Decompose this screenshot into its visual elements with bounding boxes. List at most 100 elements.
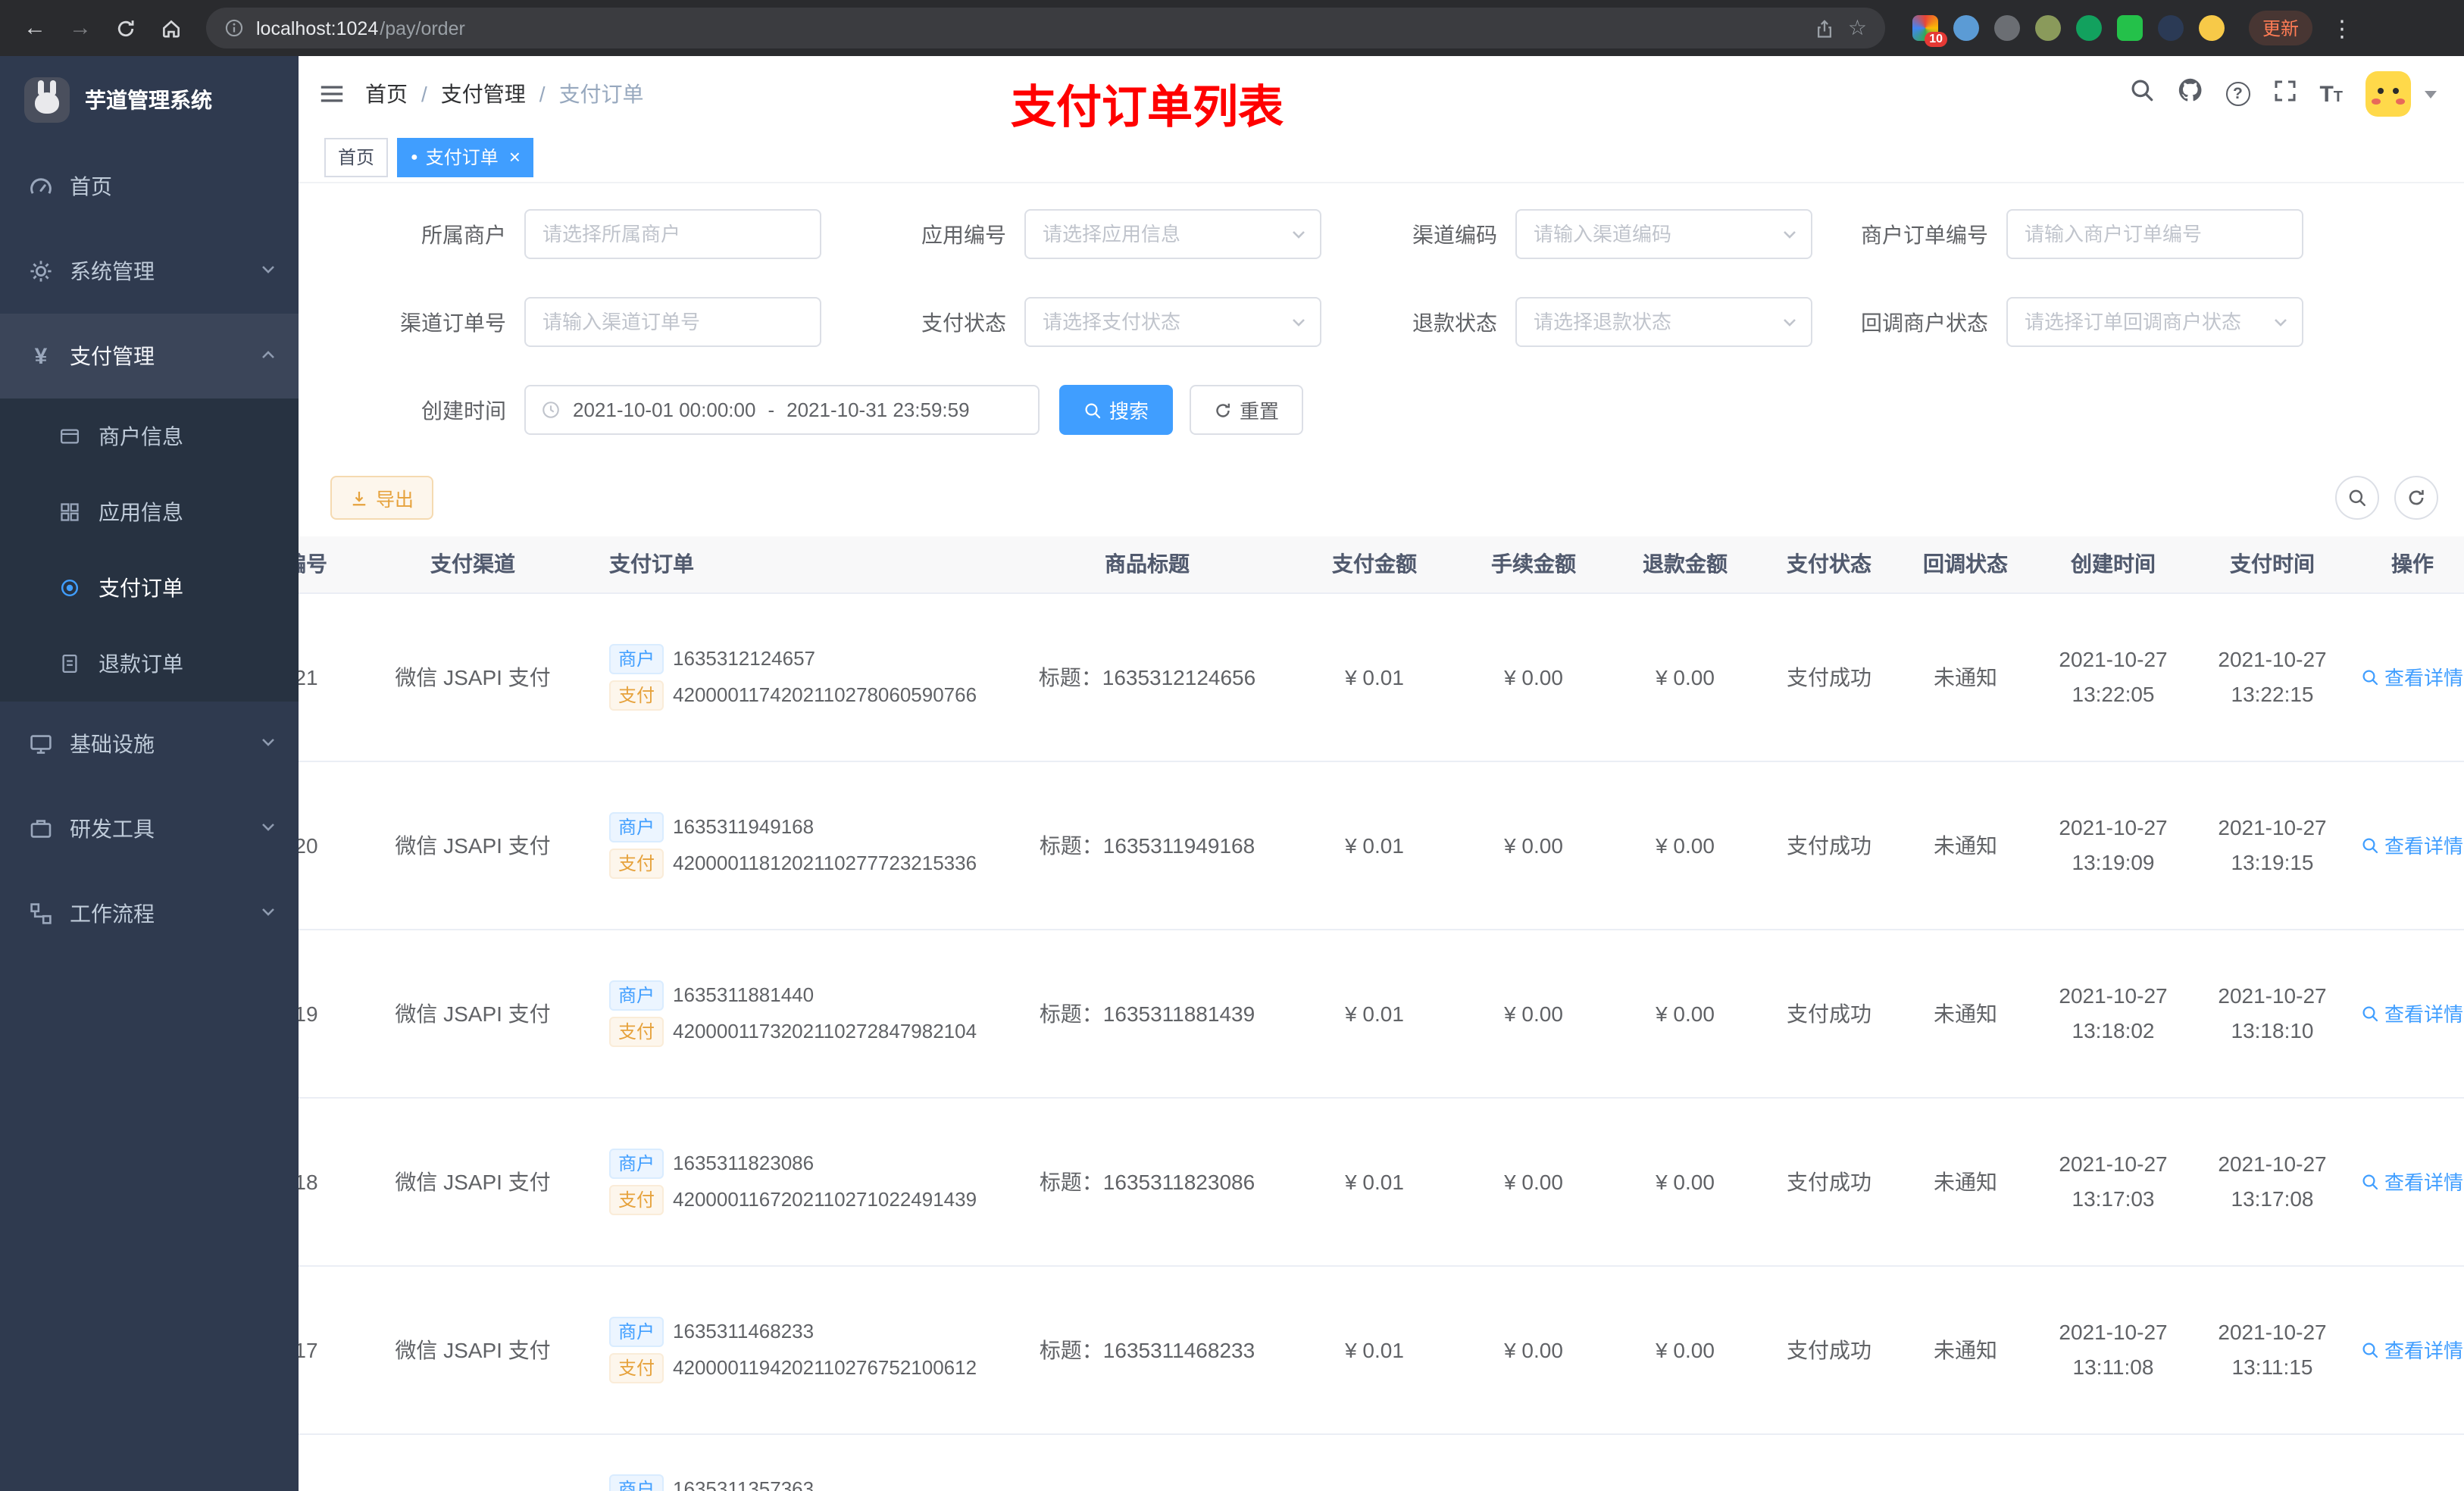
cell-amount: ¥ 0.01 (1291, 592, 1458, 761)
app-logo[interactable]: 芋道管理系统 (0, 56, 299, 144)
col-amount: 支付金额 (1291, 536, 1458, 593)
sidebar-item-workflow[interactable]: 工作流程 (0, 871, 299, 956)
breadcrumb-home[interactable]: 首页 (365, 79, 408, 109)
notify-status-select[interactable] (2006, 297, 2303, 347)
chrome-update-button[interactable]: 更新 (2249, 11, 2313, 45)
cell-id: 18 (299, 1097, 352, 1266)
merchant-tag: 商户 (609, 811, 664, 842)
sidebar-item-system[interactable]: 系统管理 (0, 229, 299, 314)
toolbox-icon (29, 817, 53, 841)
github-icon[interactable] (2177, 77, 2203, 111)
date-start-value: 2021-10-01 00:00:00 (573, 399, 756, 421)
url-domain: localhost:1024 (256, 17, 379, 39)
chevron-down-icon (259, 259, 277, 283)
tab-pay-order[interactable]: ● 支付订单 × (397, 137, 534, 177)
sidebar-item-pay-order[interactable]: 支付订单 (0, 550, 299, 626)
help-icon[interactable]: ? (2225, 82, 2250, 106)
pay-tag: 支付 (609, 1184, 664, 1214)
ext-icon-2[interactable] (1953, 15, 1979, 41)
bookmark-star-icon[interactable]: ☆ (1848, 15, 1867, 41)
sidebar-item-devtools[interactable]: 研发工具 (0, 786, 299, 871)
view-detail-link[interactable]: 查看详情 (2362, 1167, 2463, 1196)
merchant-order-no-input[interactable] (2006, 209, 2303, 259)
cell-fee: ¥ 0.00 (1458, 1097, 1609, 1266)
table-body-partial: 商户 1635311357363 (299, 1433, 2464, 1491)
caret-down-icon[interactable] (2425, 90, 2437, 98)
browser-menu-icon[interactable]: ⋮ (2331, 14, 2353, 42)
reset-button[interactable]: 重置 (1190, 385, 1304, 435)
sidebar-item-payment[interactable]: ¥ 支付管理 (0, 314, 299, 399)
table-row-partial: 商户 1635311357363 (299, 1433, 2464, 1491)
cell-pay-order: 商户 1635311823086 支付 4200001167202110271022… (594, 1097, 1003, 1266)
sidebar: 芋道管理系统 首页 系统管理 ¥ 支付管理 商户信息 应用信息 支付订单 退款订… (0, 56, 299, 1491)
refund-status-select[interactable] (1515, 297, 1812, 347)
export-button[interactable]: 导出 (330, 476, 434, 520)
tags-view: 首页 ● 支付订单 × (299, 132, 2464, 183)
app-id-select[interactable] (1024, 209, 1321, 259)
logo-avatar (24, 77, 70, 123)
browser-back-icon[interactable]: ← (15, 8, 55, 48)
tab-home[interactable]: 首页 (324, 137, 389, 177)
cell-pay-status: 支付成功 (1761, 1097, 1897, 1266)
browser-reload-icon[interactable] (106, 8, 145, 48)
view-detail-link[interactable]: 查看详情 (2362, 1335, 2463, 1364)
cell-refund: ¥ 0.00 (1609, 1265, 1761, 1434)
breadcrumb-payment[interactable]: 支付管理 (441, 79, 526, 109)
browser-forward-icon[interactable]: → (61, 8, 100, 48)
ext-icon-7[interactable] (2158, 15, 2184, 41)
share-icon[interactable] (1815, 17, 1836, 39)
cell-pay-time: 2021-10-27 13:17:08 (2193, 1097, 2352, 1266)
sidebar-item-app-info[interactable]: 应用信息 (0, 474, 299, 550)
filter-form: 所属商户 应用编号 渠道编码 商户订单编号 (299, 209, 2464, 435)
cell-actions: 查看详情 (2352, 1265, 2464, 1434)
address-bar[interactable]: localhost:1024/pay/order ☆ (206, 8, 1885, 48)
font-size-icon[interactable]: TT (2319, 83, 2343, 105)
toggle-search-button[interactable] (2335, 476, 2379, 520)
site-info-icon[interactable] (224, 18, 244, 38)
sidebar-item-home[interactable]: 首页 (0, 144, 299, 229)
browser-home-icon[interactable] (152, 8, 191, 48)
sidebar-item-refund-order[interactable]: 退款订单 (0, 626, 299, 702)
cell-pay-status: 支付成功 (1761, 761, 1897, 930)
pay-status-select[interactable] (1024, 297, 1321, 347)
view-detail-link[interactable]: 查看详情 (2362, 662, 2463, 691)
cell-create-time: 2021-10-27 13:17:03 (2034, 1097, 2193, 1266)
view-detail-link[interactable]: 查看详情 (2362, 830, 2463, 859)
search-icon[interactable] (2128, 77, 2154, 111)
chevron-down-icon (1290, 225, 1308, 243)
cell-fee: ¥ 0.00 (1458, 592, 1609, 761)
search-button[interactable]: 搜索 (1059, 385, 1174, 435)
ext-icon-3[interactable] (1994, 15, 2020, 41)
create-time-range-picker[interactable]: 2021-10-01 00:00:00 - 2021-10-31 23:59:5… (524, 385, 1040, 435)
document-icon (58, 652, 82, 676)
cell-title: 标题：1635311881439 (1003, 929, 1291, 1098)
user-avatar[interactable] (2366, 71, 2411, 117)
col-id: 编号 (299, 536, 352, 593)
fullscreen-icon[interactable] (2272, 78, 2297, 110)
filter-label-channel-order-no: 渠道订单号 (400, 310, 506, 334)
view-detail-link[interactable]: 查看详情 (2362, 999, 2463, 1027)
payment-submenu: 商户信息 应用信息 支付订单 退款订单 (0, 399, 299, 702)
cell-notify-status: 未通知 (1897, 1097, 2034, 1266)
sidebar-item-infrastructure[interactable]: 基础设施 (0, 702, 299, 786)
chevron-down-icon (1290, 313, 1308, 331)
refresh-button[interactable] (2394, 476, 2438, 520)
ext-icon-1[interactable]: 10 (1912, 15, 1947, 47)
cell-amount: ¥ 0.01 (1291, 929, 1458, 1098)
browser-profile-avatar[interactable] (2199, 15, 2225, 41)
merchant-input[interactable] (524, 209, 821, 259)
monitor-icon (29, 732, 53, 756)
cell-pay-order: 商户 1635311357363 (594, 1433, 1003, 1491)
card-icon (58, 424, 82, 449)
ext-icon-6[interactable] (2117, 15, 2143, 41)
col-create-time: 创建时间 (2034, 536, 2193, 593)
channel-order-no-input[interactable] (524, 297, 821, 347)
sidebar-item-merchant-info[interactable]: 商户信息 (0, 399, 299, 474)
clock-icon (541, 400, 561, 420)
col-pay-status: 支付状态 (1761, 536, 1897, 593)
hamburger-icon[interactable] (320, 82, 344, 106)
ext-icon-4[interactable] (2035, 15, 2061, 41)
ext-icon-5[interactable] (2076, 15, 2102, 41)
channel-code-select[interactable] (1515, 209, 1812, 259)
close-icon[interactable]: × (509, 147, 521, 167)
